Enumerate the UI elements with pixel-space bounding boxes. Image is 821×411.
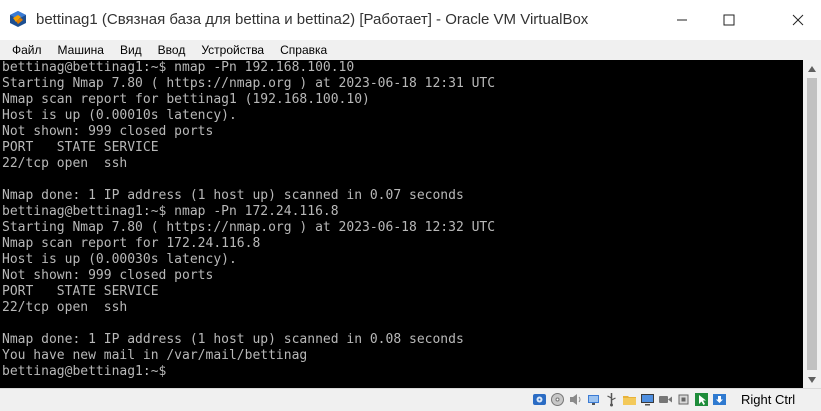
window-title: bettinag1 (Связная база для bettina и be…	[36, 11, 589, 28]
terminal-line: Starting Nmap 7.80 ( https://nmap.org ) …	[2, 76, 496, 91]
audio-icon[interactable]	[567, 391, 584, 408]
scroll-down-button[interactable]	[803, 371, 821, 388]
display-icon[interactable]	[639, 391, 656, 408]
keyboard-icon[interactable]	[711, 391, 728, 408]
hard-disk-icon[interactable]	[531, 391, 548, 408]
terminal-line: bettinag@bettinag1:~$ nmap -Pn 192.168.1…	[2, 60, 355, 75]
terminal-line: Starting Nmap 7.80 ( https://nmap.org ) …	[2, 220, 496, 235]
close-button[interactable]	[775, 0, 821, 40]
scroll-down-arrow-icon	[808, 376, 816, 383]
virtualbox-app-icon	[9, 10, 27, 28]
usb-icon[interactable]	[603, 391, 620, 408]
shared-folders-icon[interactable]	[621, 391, 638, 408]
menu-input[interactable]: Ввод	[150, 40, 194, 60]
vm-console-screen[interactable]: bettinag@bettinag1:~$ nmap -Pn 192.168.1…	[0, 60, 803, 388]
menu-help[interactable]: Справка	[272, 40, 335, 60]
optical-drive-icon[interactable]	[549, 391, 566, 408]
terminal-line: bettinag@bettinag1:~$ nmap -Pn 172.24.11…	[2, 204, 339, 219]
terminal-line: Host is up (0.00030s latency).	[2, 252, 237, 267]
menu-view[interactable]: Вид	[112, 40, 150, 60]
menu-devices[interactable]: Устройства	[193, 40, 272, 60]
maximize-button[interactable]	[706, 0, 752, 40]
network-icon[interactable]	[585, 391, 602, 408]
terminal-line: Not shown: 999 closed ports	[2, 124, 214, 139]
menu-file[interactable]: Файл	[0, 40, 50, 60]
vertical-scrollbar[interactable]	[803, 60, 821, 388]
video-capture-icon[interactable]	[657, 391, 674, 408]
minimize-button[interactable]	[659, 0, 705, 40]
device-indicators	[531, 391, 728, 408]
host-key-label: Right Ctrl	[741, 392, 796, 407]
terminal-line: Nmap scan report for 172.24.116.8	[2, 236, 261, 251]
terminal-line: You have new mail in /var/mail/bettinag	[2, 348, 308, 363]
scroll-up-arrow-icon	[808, 65, 816, 72]
menu-machine[interactable]: Машина	[50, 40, 112, 60]
close-icon	[792, 14, 804, 26]
title-bar[interactable]: bettinag1 (Связная база для bettina и be…	[0, 0, 821, 41]
scroll-up-button[interactable]	[803, 60, 821, 77]
terminal-line: PORT STATE SERVICE	[2, 284, 159, 299]
terminal-line: PORT STATE SERVICE	[2, 140, 159, 155]
terminal-line: 22/tcp open ssh	[2, 300, 128, 315]
terminal-line: Nmap scan report for bettinag1 (192.168.…	[2, 92, 370, 107]
mouse-integration-icon[interactable]	[693, 391, 710, 408]
menu-bar: Файл Машина Вид Ввод Устройства Справка	[0, 40, 821, 60]
terminal-line: Nmap done: 1 IP address (1 host up) scan…	[2, 188, 464, 203]
status-bar: Right Ctrl	[0, 388, 821, 411]
terminal-line: Host is up (0.00010s latency).	[2, 108, 237, 123]
cpu-icon[interactable]	[675, 391, 692, 408]
terminal-line: 22/tcp open ssh	[2, 156, 128, 171]
terminal-line: Nmap done: 1 IP address (1 host up) scan…	[2, 332, 464, 347]
minimize-icon	[677, 19, 687, 21]
terminal-prompt: bettinag@bettinag1:~$	[2, 364, 167, 379]
maximize-icon	[723, 14, 735, 26]
terminal-line: Not shown: 999 closed ports	[2, 268, 214, 283]
scroll-thumb[interactable]	[807, 78, 817, 370]
